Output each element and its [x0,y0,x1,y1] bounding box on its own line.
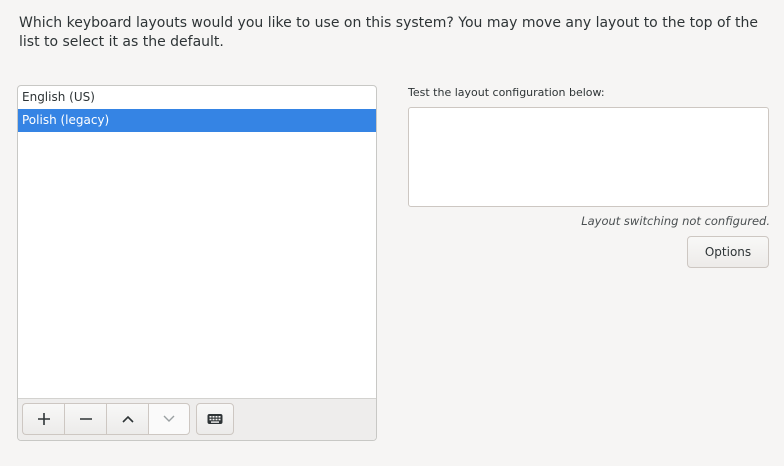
layout-switching-status: Layout switching not configured. [581,214,770,228]
remove-layout-button[interactable] [64,403,106,435]
move-down-button[interactable] [148,403,190,435]
plus-icon [37,413,50,425]
layout-list-items: English (US) Polish (legacy) [18,86,376,132]
chevron-up-icon [121,415,134,423]
layout-toolbar-buttons [22,403,234,435]
move-up-button[interactable] [106,403,148,435]
layout-list[interactable]: English (US) Polish (legacy) [17,85,377,441]
instructions-text: Which keyboard layouts would you like to… [19,15,758,50]
add-layout-button[interactable] [22,403,64,435]
layout-item-polish-legacy[interactable]: Polish (legacy) [18,109,376,132]
chevron-down-icon [163,415,175,422]
options-button[interactable]: Options [687,236,769,268]
test-layout-input[interactable] [408,107,769,207]
test-layout-label: Test the layout configuration below: [408,86,605,99]
preview-layout-button[interactable] [196,403,234,435]
keyboard-icon [207,414,223,424]
minus-icon [79,418,92,420]
layout-toolbar [18,398,376,440]
layout-item-english-us[interactable]: English (US) [18,86,376,109]
